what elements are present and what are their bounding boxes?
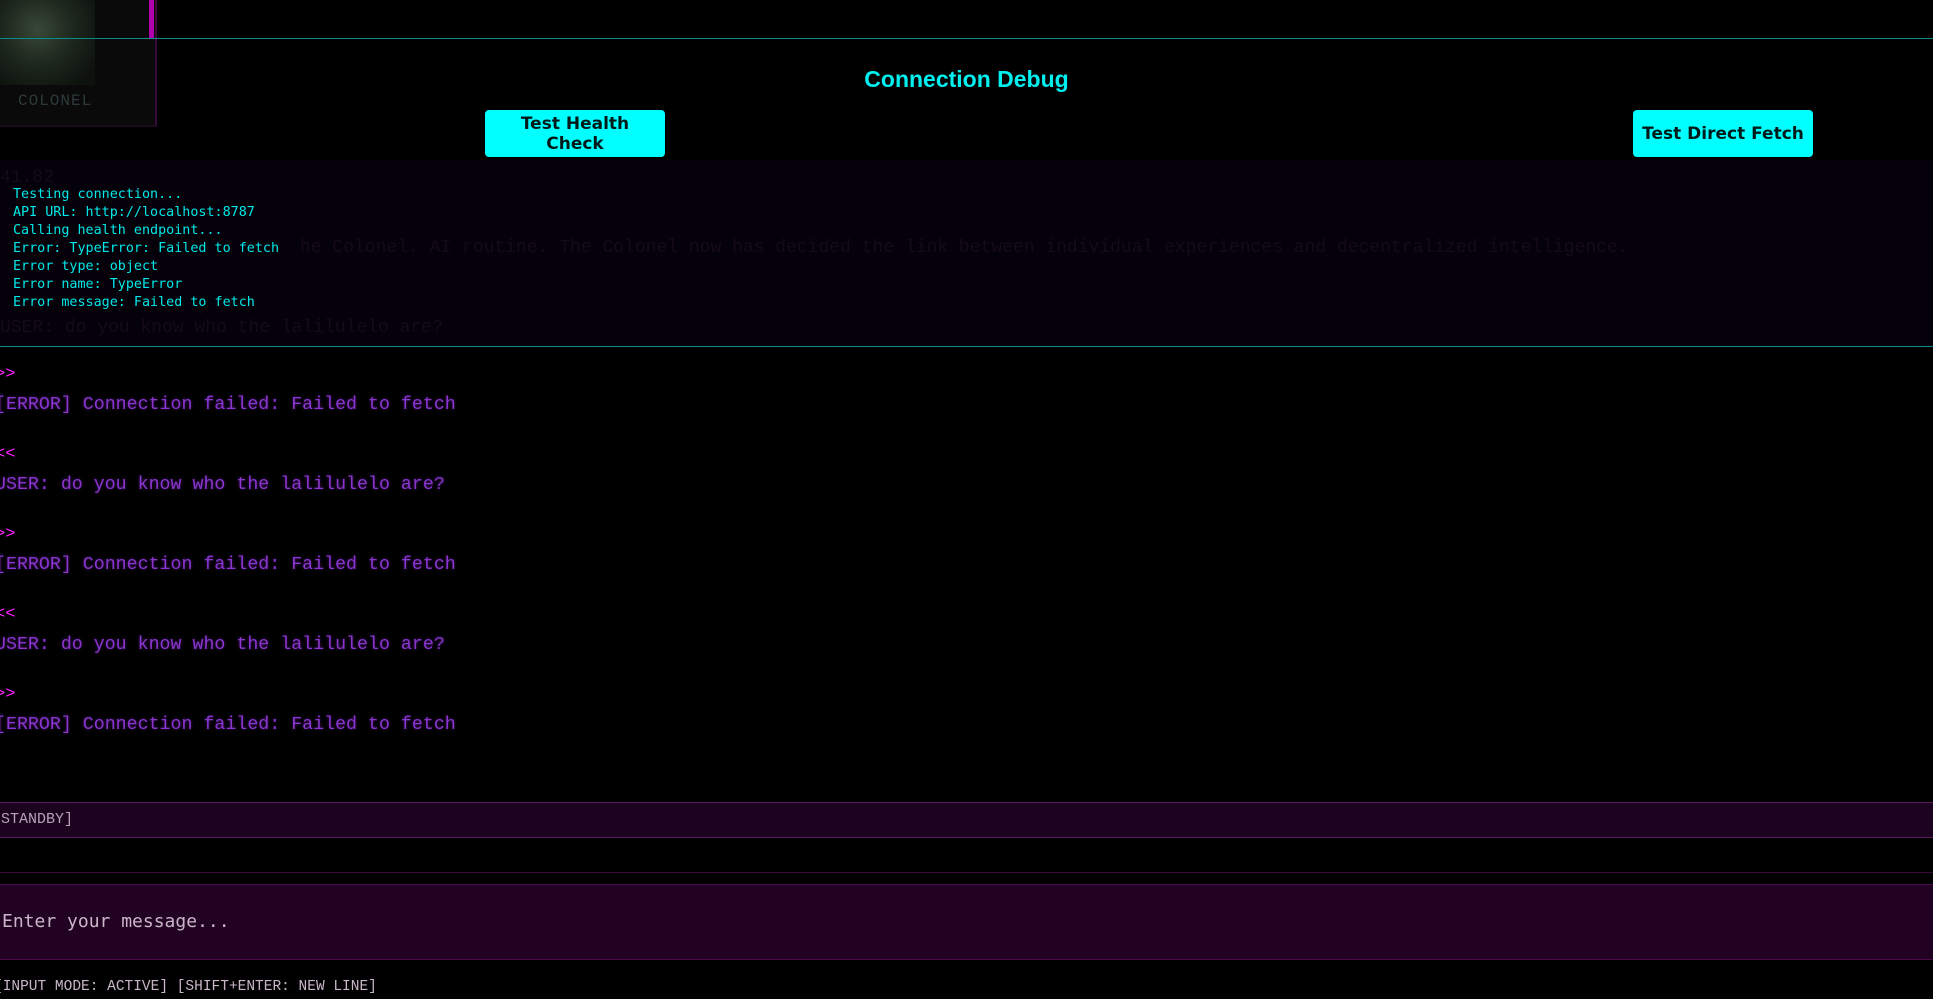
message-marker: <<	[0, 605, 16, 624]
message-input-container	[0, 884, 1933, 960]
avatar-edge-accent	[149, 0, 154, 38]
debug-log-line: Error name: TypeError	[13, 277, 183, 292]
chat-log: >> [ERROR] Connection failed: Failed to …	[0, 348, 1933, 800]
message-text: USER: do you know who the lalilulelo are…	[0, 475, 445, 495]
debug-log-line: Error type: object	[13, 259, 159, 274]
debug-title: Connection Debug	[864, 66, 1069, 92]
input-mode-hint: [INPUT MODE: ACTIVE] [SHIFT+ENTER: NEW L…	[0, 979, 377, 995]
chat-message: >> [ERROR] Connection failed: Failed to …	[0, 525, 456, 576]
chat-message: >> [ERROR] Connection failed: Failed to …	[0, 365, 456, 416]
debug-log-line: Error message: Failed to fetch	[13, 295, 255, 310]
chat-message: >> [ERROR] Connection failed: Failed to …	[0, 685, 456, 736]
message-text: [ERROR] Connection failed: Failed to fet…	[0, 715, 456, 735]
message-text: USER: do you know who the lalilulelo are…	[0, 635, 445, 655]
debug-panel: 41.82 he Colonel. AI routine. The Colone…	[0, 160, 1933, 347]
ghost-text: 41.82	[0, 168, 55, 188]
message-marker: >>	[0, 685, 16, 704]
status-bar: [STANDBY]	[0, 802, 1933, 838]
message-text: [ERROR] Connection failed: Failed to fet…	[0, 395, 456, 415]
ghost-text: he Colonel. AI routine. The Colonel now …	[300, 238, 1629, 258]
message-text: [ERROR] Connection failed: Failed to fet…	[0, 555, 456, 575]
chat-message: << USER: do you know who the lalilulelo …	[0, 605, 445, 656]
debug-log-line: Calling health endpoint...	[13, 223, 223, 238]
top-divider	[0, 38, 1933, 39]
message-marker: >>	[0, 365, 16, 384]
avatar-panel: COLONEL	[0, 0, 157, 127]
debug-log: Testing connection... API URL: http://lo…	[13, 186, 279, 312]
ghost-text: USER: do you know who the lalilulelo are…	[0, 318, 443, 338]
avatar-name: COLONEL	[18, 92, 93, 110]
test-health-check-button[interactable]: Test Health Check	[485, 110, 665, 157]
status-label: [STANDBY]	[0, 811, 74, 828]
debug-log-line: Testing connection...	[13, 187, 183, 202]
message-marker: <<	[0, 445, 16, 464]
debug-log-line: Error: TypeError: Failed to fetch	[13, 241, 280, 256]
debug-log-line: API URL: http://localhost:8787	[13, 205, 255, 220]
test-direct-fetch-button[interactable]: Test Direct Fetch	[1633, 110, 1813, 157]
message-input[interactable]	[0, 885, 1922, 957]
chat-message: << USER: do you know who the lalilulelo …	[0, 445, 445, 496]
message-marker: >>	[0, 525, 16, 544]
divider	[0, 872, 1933, 873]
